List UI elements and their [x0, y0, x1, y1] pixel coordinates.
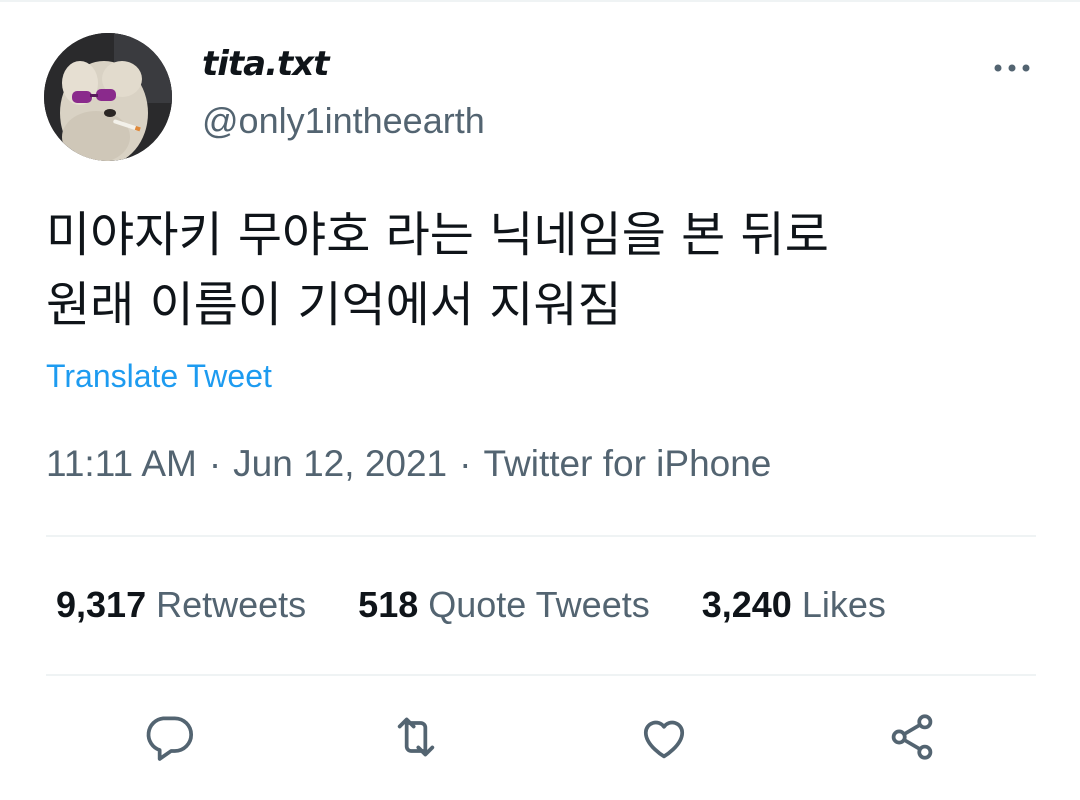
likes-stat[interactable]: 3,240 Likes: [702, 584, 886, 626]
tweet-stats: 9,317 Retweets 518 Quote Tweets 3,240 Likes: [56, 584, 938, 626]
retweets-count: 9,317: [56, 584, 147, 625]
tweet-detail: tita.txt @only1intheearth 미야자키 무야호 라는 닉네…: [0, 0, 1080, 800]
display-name[interactable]: tita.txt: [202, 44, 329, 84]
likes-count: 3,240: [701, 584, 792, 625]
divider: [46, 674, 1036, 676]
like-icon: [643, 720, 685, 759]
like-button[interactable]: [632, 705, 696, 769]
tweet-date[interactable]: Jun 12, 2021: [233, 443, 447, 484]
meta-separator: ·: [208, 443, 222, 484]
quote-tweets-stat[interactable]: 518 Quote Tweets: [358, 584, 650, 626]
tweet-source[interactable]: Twitter for iPhone: [483, 443, 771, 484]
retweet-button[interactable]: [384, 705, 448, 769]
quote-tweets-count: 518: [358, 584, 419, 625]
share-button[interactable]: [880, 705, 944, 769]
translate-tweet-link[interactable]: Translate Tweet: [46, 358, 272, 395]
quote-tweets-label: Quote Tweets: [428, 584, 650, 625]
tweet-text: 미야자키 무야호 라는 닉네임을 본 뒤로 원래 이름이 기억에서 지워짐: [46, 200, 1036, 340]
meta-separator: ·: [459, 443, 472, 484]
likes-label: Likes: [801, 584, 886, 625]
tweet-meta: 11:11 AM · Jun 12, 2021 · Twitter for iPhone: [46, 443, 771, 485]
reply-button[interactable]: [137, 705, 201, 769]
avatar[interactable]: [44, 33, 172, 161]
share-icon: [891, 714, 933, 760]
tweet-text-line: 미야자키 무야호 라는 닉네임을 본 뒤로: [46, 207, 829, 263]
retweets-stat[interactable]: 9,317 Retweets: [56, 584, 306, 626]
top-divider: [0, 0, 1080, 2]
user-handle[interactable]: @only1intheearth: [202, 100, 485, 142]
reply-icon: [146, 716, 194, 761]
retweet-icon: [397, 717, 435, 757]
divider: [46, 535, 1036, 537]
tweet-time: 11:11 AM: [46, 443, 197, 484]
tweet-text-line: 원래 이름이 기억에서 지워짐: [46, 277, 622, 333]
more-horizontal-icon: [994, 64, 1030, 72]
more-options-button[interactable]: [986, 48, 1038, 88]
avatar-image: [44, 33, 172, 161]
retweets-label: Retweets: [156, 584, 307, 625]
